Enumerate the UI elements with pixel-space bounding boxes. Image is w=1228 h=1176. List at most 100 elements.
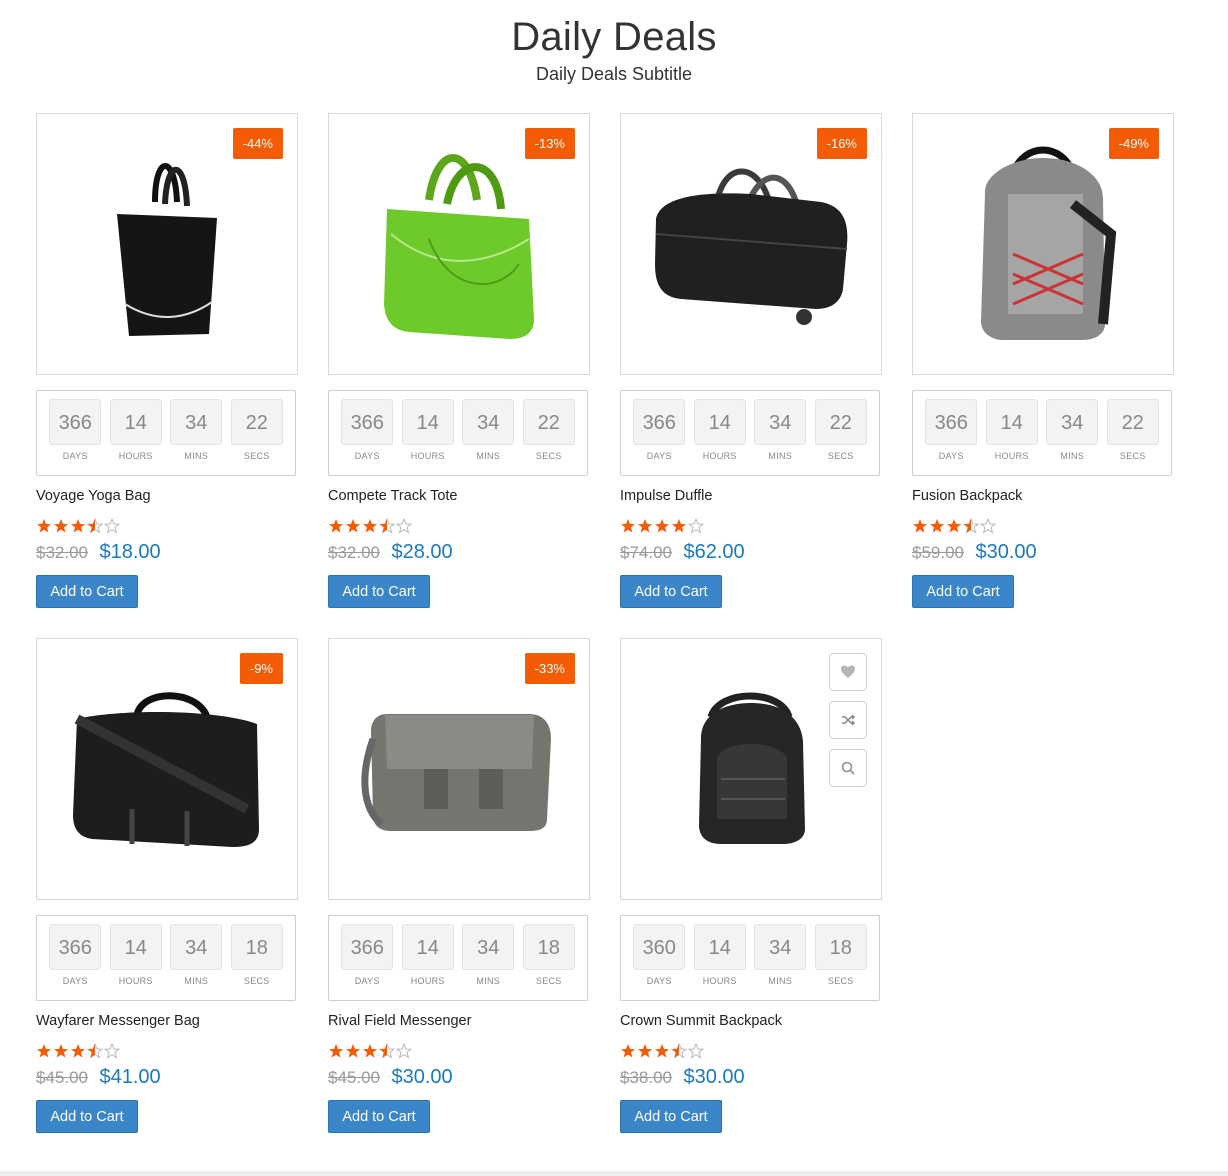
product-card-7: 360 DAYS 14 HOURS 34 MINS 18 SECS Crown …	[620, 638, 882, 1133]
countdown-hours-label: HOURS	[994, 451, 1029, 461]
product-image[interactable]: -13%	[328, 113, 590, 375]
countdown-days: 366 DAYS	[341, 399, 394, 475]
star-icon	[379, 1043, 395, 1059]
add-to-cart-button[interactable]: Add to Cart	[36, 575, 138, 608]
product-image[interactable]: -9%	[36, 638, 298, 900]
countdown-secs-value: 18	[230, 924, 283, 970]
deal-countdown: 366 DAYS 14 HOURS 34 MINS 18 SECS	[36, 915, 296, 1001]
countdown-mins: 34 MINS	[170, 399, 223, 475]
star-icon	[54, 519, 68, 533]
countdown-days-label: DAYS	[646, 976, 672, 986]
star-rating	[912, 518, 1174, 534]
countdown-hours-value: 14	[985, 399, 1038, 445]
countdown-secs-label: SECS	[1119, 451, 1146, 461]
product-image[interactable]: -16%	[620, 113, 882, 375]
deal-countdown: 366 DAYS 14 HOURS 34 MINS 22 SECS	[328, 390, 588, 476]
countdown-secs-value: 22	[814, 399, 867, 445]
star-icon	[621, 519, 635, 533]
countdown-days-label: DAYS	[354, 451, 380, 461]
star-icon	[329, 519, 343, 533]
countdown-mins: 34 MINS	[462, 924, 515, 1000]
old-price: $59.00	[912, 543, 964, 562]
product-image[interactable]: -33%	[328, 638, 590, 900]
countdown-days-value: 366	[925, 399, 978, 445]
product-name-link[interactable]: Fusion Backpack	[912, 486, 1174, 506]
star-icon	[396, 1043, 412, 1059]
star-rating	[328, 518, 590, 534]
special-price: $62.00	[683, 541, 745, 563]
discount-badge: -33%	[524, 653, 575, 684]
star-icon	[963, 518, 979, 534]
countdown-mins: 34 MINS	[754, 924, 807, 1000]
deal-countdown: 360 DAYS 14 HOURS 34 MINS 18 SECS	[620, 915, 880, 1001]
product-hover-actions	[829, 653, 867, 787]
star-icon	[363, 1044, 377, 1058]
star-icon	[980, 518, 996, 534]
product-image[interactable]	[620, 638, 882, 900]
special-price: $41.00	[99, 1066, 161, 1088]
countdown-hours-value: 14	[109, 399, 162, 445]
star-icon	[947, 519, 961, 533]
star-icon	[379, 518, 395, 534]
star-icon	[688, 1043, 704, 1059]
page-title: Daily Deals	[511, 15, 717, 59]
deal-countdown: 366 DAYS 14 HOURS 34 MINS 22 SECS	[36, 390, 296, 476]
product-image[interactable]: -49%	[912, 113, 1174, 375]
countdown-days-value: 366	[341, 924, 394, 970]
countdown-days: 366 DAYS	[925, 399, 978, 475]
product-name-link[interactable]: Wayfarer Messenger Bag	[36, 1011, 298, 1031]
countdown-hours-value: 14	[693, 399, 746, 445]
product-name-link[interactable]: Compete Track Tote	[328, 486, 590, 506]
star-icon	[54, 1044, 68, 1058]
add-to-cart-button[interactable]: Add to Cart	[620, 575, 722, 608]
product-name-link[interactable]: Impulse Duffle	[620, 486, 882, 506]
product-name-link[interactable]: Rival Field Messenger	[328, 1011, 590, 1031]
heart-button[interactable]	[829, 653, 867, 691]
star-icon	[638, 1044, 652, 1058]
search-button[interactable]	[829, 749, 867, 787]
countdown-hours-value: 14	[693, 924, 746, 970]
countdown-secs-label: SECS	[243, 451, 270, 461]
price-box: $59.00 $30.00	[912, 539, 1174, 565]
countdown-mins-value: 34	[754, 399, 807, 445]
countdown-days-label: DAYS	[938, 451, 964, 461]
product-name-link[interactable]: Voyage Yoga Bag	[36, 486, 298, 506]
countdown-mins-value: 34	[462, 924, 515, 970]
countdown-secs: 22 SECS	[814, 399, 867, 475]
countdown-secs-label: SECS	[827, 451, 854, 461]
star-icon	[71, 1044, 85, 1058]
countdown-days: 366 DAYS	[341, 924, 394, 1000]
countdown-mins-label: MINS	[184, 451, 209, 461]
star-rating	[36, 518, 298, 534]
star-icon	[930, 519, 944, 533]
compare-button[interactable]	[829, 701, 867, 739]
add-to-cart-button[interactable]: Add to Cart	[36, 1100, 138, 1133]
countdown-days-value: 366	[341, 399, 394, 445]
countdown-secs-value: 22	[522, 399, 575, 445]
star-icon	[363, 519, 377, 533]
star-icon	[621, 1044, 635, 1058]
add-to-cart-button[interactable]: Add to Cart	[620, 1100, 722, 1133]
star-icon	[638, 519, 652, 533]
countdown-days-label: DAYS	[62, 451, 88, 461]
star-icon	[396, 518, 412, 534]
star-icon	[655, 519, 669, 533]
add-to-cart-button[interactable]: Add to Cart	[912, 575, 1014, 608]
add-to-cart-button[interactable]: Add to Cart	[328, 575, 430, 608]
special-price: $30.00	[975, 541, 1037, 563]
countdown-secs-value: 18	[522, 924, 575, 970]
countdown-mins-value: 34	[754, 924, 807, 970]
product-card-6: -33% 366 DAYS 14 HOURS 34 MINS 18 SECS R…	[328, 638, 590, 1133]
add-to-cart-button[interactable]: Add to Cart	[328, 1100, 430, 1133]
star-icon	[37, 519, 51, 533]
countdown-hours: 14 HOURS	[401, 399, 454, 475]
star-icon	[71, 519, 85, 533]
section-header: Daily Deals Daily Deals Subtitle	[0, 0, 1228, 85]
compare-icon	[840, 712, 856, 728]
countdown-mins-value: 34	[170, 399, 223, 445]
price-box: $74.00 $62.00	[620, 539, 882, 565]
countdown-mins: 34 MINS	[170, 924, 223, 1000]
product-image[interactable]: -44%	[36, 113, 298, 375]
product-name-link[interactable]: Crown Summit Backpack	[620, 1011, 882, 1031]
countdown-secs: 22 SECS	[1106, 399, 1159, 475]
